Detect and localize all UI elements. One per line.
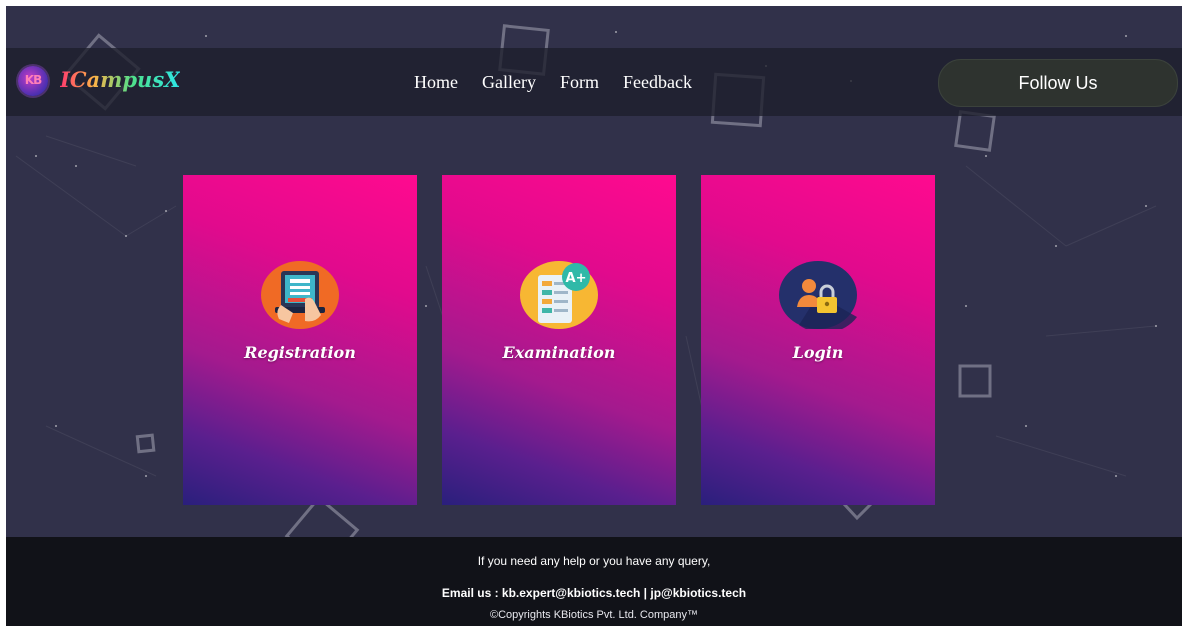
brand-logo[interactable]: KB bbox=[18, 66, 48, 96]
footer-copyright: ©Copyrights KBiotics Pvt. Ltd. Company™ bbox=[489, 609, 699, 621]
svg-text:A+: A+ bbox=[566, 271, 587, 286]
login-card[interactable]: Login bbox=[701, 175, 935, 505]
registration-card[interactable]: Registration bbox=[183, 175, 417, 505]
nav-feedback[interactable]: Feedback bbox=[623, 72, 692, 93]
page-frame: KB ICampusX Home Gallery Form Feedback F… bbox=[6, 6, 1182, 626]
nav-gallery[interactable]: Gallery bbox=[482, 72, 536, 93]
login-lock-icon bbox=[779, 261, 857, 329]
follow-us-button[interactable]: Follow Us bbox=[938, 59, 1178, 107]
footer: If you need any help or you have any que… bbox=[6, 537, 1182, 626]
examination-card[interactable]: A+ Examination bbox=[442, 175, 676, 505]
footer-help-text: If you need any help or you have any que… bbox=[477, 554, 711, 568]
registration-card-label: Registration bbox=[244, 343, 356, 362]
nav-form[interactable]: Form bbox=[560, 72, 599, 93]
navbar: KB ICampusX Home Gallery Form Feedback F… bbox=[6, 48, 1182, 116]
nav-home[interactable]: Home bbox=[414, 72, 458, 93]
brand-logo-text: KB bbox=[24, 73, 42, 87]
login-card-label: Login bbox=[792, 343, 844, 362]
nav-links: Home Gallery Form Feedback bbox=[414, 72, 716, 93]
examination-card-label: Examination bbox=[502, 343, 616, 362]
footer-email-text[interactable]: Email us : kb.expert@kbiotics.tech | jp@… bbox=[6, 586, 1182, 600]
examination-icon: A+ bbox=[520, 261, 598, 329]
brand-name[interactable]: ICampusX bbox=[60, 67, 180, 92]
registration-icon bbox=[261, 261, 339, 329]
